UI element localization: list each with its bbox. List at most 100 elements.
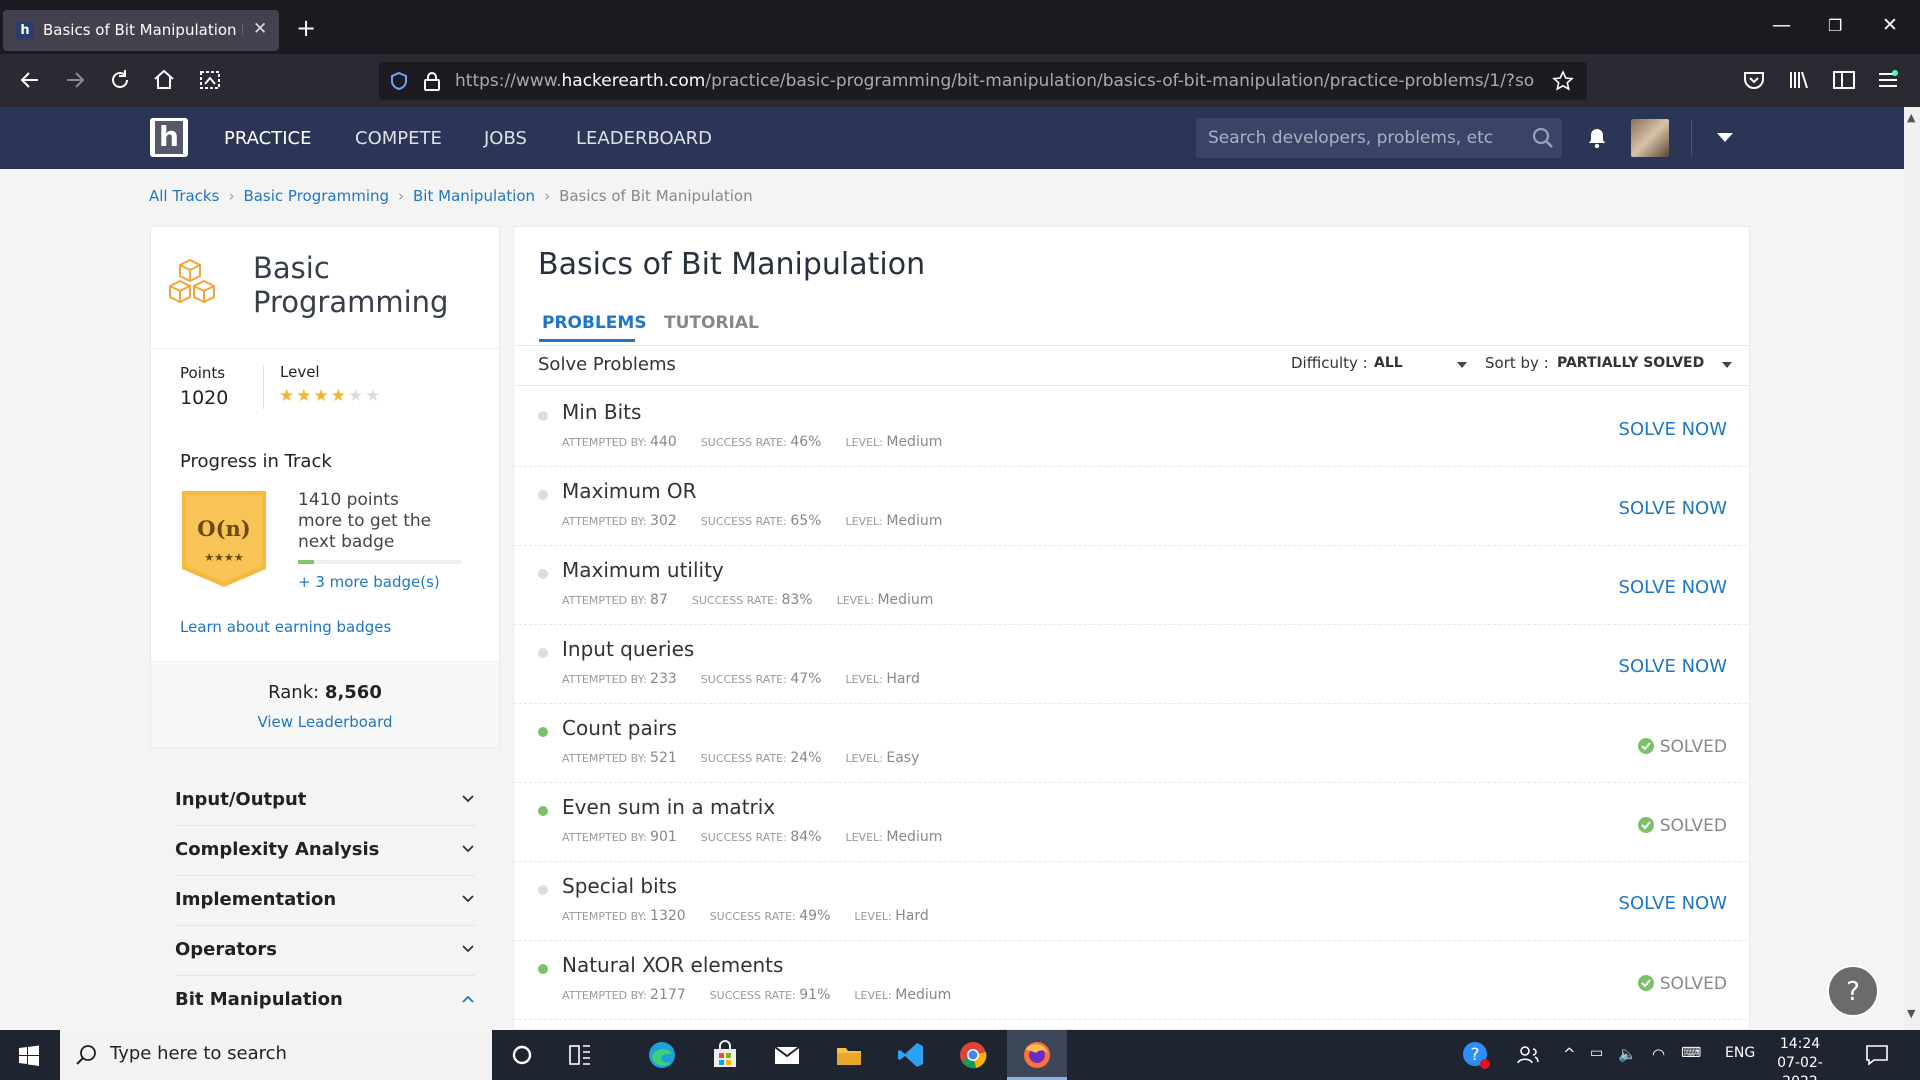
sort-caret-icon[interactable]: [1722, 362, 1732, 368]
nav-jobs[interactable]: JOBS: [484, 128, 527, 149]
breadcrumb-bit-manipulation[interactable]: Bit Manipulation: [413, 187, 535, 205]
problem-name[interactable]: Min Bits: [562, 400, 641, 424]
library-icon[interactable]: [1786, 67, 1812, 93]
site-search-input[interactable]: Search developers, problems, etc: [1196, 118, 1562, 158]
battery-icon[interactable]: ▭: [1590, 1045, 1603, 1061]
difficulty-caret-icon[interactable]: [1457, 362, 1467, 368]
problem-name[interactable]: Maximum OR: [562, 479, 697, 503]
hackerearth-logo[interactable]: h: [150, 118, 188, 157]
address-bar[interactable]: https://www.hackerearth.com/practice/bas…: [379, 62, 1587, 100]
menu-icon[interactable]: [1875, 67, 1901, 93]
firefox-taskbar-button[interactable]: [1007, 1030, 1067, 1080]
home-icon[interactable]: [151, 67, 177, 93]
solve-now-button[interactable]: SOLVE NOW: [1619, 577, 1727, 598]
section-bit-manipulation[interactable]: Bit Manipulation: [175, 976, 475, 1026]
sidebar-icon[interactable]: [1831, 67, 1857, 93]
user-avatar[interactable]: [1631, 119, 1669, 157]
solve-now-button[interactable]: SOLVE NOW: [1619, 498, 1727, 519]
action-center-icon[interactable]: [1862, 1040, 1892, 1070]
problem-row[interactable]: Natural XOR elements ATTEMPTED BY: 2177 SU…: [514, 941, 1749, 1020]
solve-now-button[interactable]: SOLVE NOW: [1619, 893, 1727, 914]
chevron-down-icon[interactable]: [462, 895, 474, 903]
volume-icon[interactable]: 🔈: [1618, 1045, 1637, 1063]
restore-icon[interactable]: ❐: [1828, 16, 1842, 35]
breadcrumb-basic-programming[interactable]: Basic Programming: [243, 187, 389, 205]
help-tray-icon[interactable]: ?: [1461, 1040, 1491, 1070]
store-icon[interactable]: [710, 1040, 740, 1070]
close-tab-icon[interactable]: ✕: [253, 19, 267, 39]
problem-name[interactable]: Input queries: [562, 637, 694, 661]
tab-tutorial[interactable]: TUTORIAL: [664, 313, 759, 333]
tray-chevron-icon[interactable]: ^: [1563, 1045, 1576, 1063]
problem-row[interactable]: Maximum OR ATTEMPTED BY: 302 SUCCESS RATE:…: [514, 467, 1749, 546]
bookmark-star-icon[interactable]: [1552, 70, 1574, 92]
problem-name[interactable]: Special bits: [562, 874, 677, 898]
solve-now-button[interactable]: SOLVE NOW: [1619, 656, 1727, 677]
back-icon[interactable]: [17, 67, 43, 93]
problem-row[interactable]: Maximum utility ATTEMPTED BY: 87 SUCCESS R…: [514, 546, 1749, 625]
problem-name[interactable]: Natural XOR elements: [562, 953, 783, 977]
problem-row[interactable]: Special bits ATTEMPTED BY: 1320 SUCCESS RA…: [514, 862, 1749, 941]
nav-practice[interactable]: PRACTICE: [224, 128, 311, 149]
minimize-icon[interactable]: —: [1772, 14, 1791, 36]
problem-row[interactable]: Input queries ATTEMPTED BY: 233 SUCCESS RA…: [514, 625, 1749, 704]
difficulty-select[interactable]: ALL: [1374, 355, 1403, 371]
solve-now-button[interactable]: SOLVE NOW: [1619, 419, 1727, 440]
section-input-output[interactable]: Input/Output: [175, 776, 475, 826]
cortana-icon[interactable]: [507, 1040, 537, 1070]
help-button[interactable]: ?: [1827, 965, 1879, 1017]
notification-bell-icon[interactable]: [1587, 127, 1607, 149]
problem-row[interactable]: Count pairs ATTEMPTED BY: 521 SUCCESS RATE…: [514, 704, 1749, 783]
nav-leaderboard[interactable]: LEADERBOARD: [576, 128, 712, 149]
pocket-icon[interactable]: [1741, 67, 1767, 93]
problems-card: Basics of Bit Manipulation PROBLEMS TUTO…: [513, 226, 1750, 1030]
vscode-icon[interactable]: [896, 1040, 926, 1070]
section-implementation[interactable]: Implementation: [175, 876, 475, 926]
lock-icon[interactable]: [423, 71, 441, 91]
problem-name[interactable]: Count pairs: [562, 716, 677, 740]
forward-icon[interactable]: [62, 67, 88, 93]
new-tab-icon[interactable]: +: [296, 14, 316, 42]
shield-icon[interactable]: [389, 71, 409, 91]
sort-select[interactable]: PARTIALLY SOLVED: [1557, 355, 1704, 371]
problem-name[interactable]: Maximum utility: [562, 558, 724, 582]
nav-compete[interactable]: COMPETE: [355, 128, 442, 149]
chevron-down-icon[interactable]: [462, 795, 474, 803]
mail-icon[interactable]: [772, 1040, 802, 1070]
taskbar: Type here to search ? ^ ▭ 🔈 ◠ ⌨ ENG 14:2…: [0, 1030, 1920, 1080]
view-leaderboard-link[interactable]: View Leaderboard: [151, 713, 499, 731]
section-complexity-analysis[interactable]: Complexity Analysis: [175, 826, 475, 876]
search-icon[interactable]: [1532, 127, 1554, 149]
url-text[interactable]: https://www.hackerearth.com/practice/bas…: [455, 71, 1535, 91]
breadcrumb-all-tracks[interactable]: All Tracks: [149, 187, 219, 205]
clock[interactable]: 14:24 07-02-2022: [1760, 1035, 1840, 1080]
section-operators[interactable]: Operators: [175, 926, 475, 976]
chevron-down-icon[interactable]: [462, 845, 474, 853]
people-icon[interactable]: [1513, 1040, 1543, 1070]
page-scrollbar[interactable]: ▲ ▼: [1904, 107, 1920, 1030]
problem-name[interactable]: Even sum in a matrix: [562, 795, 775, 819]
chevron-up-icon[interactable]: [462, 995, 474, 1003]
wifi-icon[interactable]: ◠: [1652, 1045, 1665, 1063]
chevron-down-icon[interactable]: [462, 945, 474, 953]
keyboard-icon[interactable]: ⌨: [1681, 1045, 1701, 1061]
tab-problems[interactable]: PROBLEMS: [542, 313, 647, 333]
reload-icon[interactable]: [107, 67, 133, 93]
windows-start-icon[interactable]: [18, 1045, 40, 1067]
edge-icon[interactable]: [647, 1040, 677, 1070]
learn-badges-link[interactable]: Learn about earning badges: [180, 618, 391, 636]
problem-row[interactable]: Min Bits ATTEMPTED BY: 440 SUCCESS RATE: 4…: [514, 388, 1749, 467]
scroll-down-icon[interactable]: ▼: [1907, 1007, 1915, 1020]
screenshot-icon[interactable]: [197, 67, 223, 93]
language-indicator[interactable]: ENG: [1725, 1045, 1755, 1061]
file-explorer-icon[interactable]: [834, 1040, 864, 1070]
more-badges-link[interactable]: + 3 more badge(s): [298, 573, 440, 591]
close-window-icon[interactable]: ✕: [1882, 14, 1898, 36]
problem-row[interactable]: Even sum in a matrix ATTEMPTED BY: 901 SUC…: [514, 783, 1749, 862]
chrome-icon[interactable]: [958, 1040, 988, 1070]
taskbar-search-input[interactable]: Type here to search: [60, 1030, 492, 1080]
scroll-up-icon[interactable]: ▲: [1907, 111, 1915, 124]
user-menu-caret-icon[interactable]: [1717, 133, 1733, 142]
browser-tab[interactable]: h Basics of Bit Manipulation Practice ✕: [3, 10, 279, 51]
task-view-icon[interactable]: [565, 1040, 595, 1070]
